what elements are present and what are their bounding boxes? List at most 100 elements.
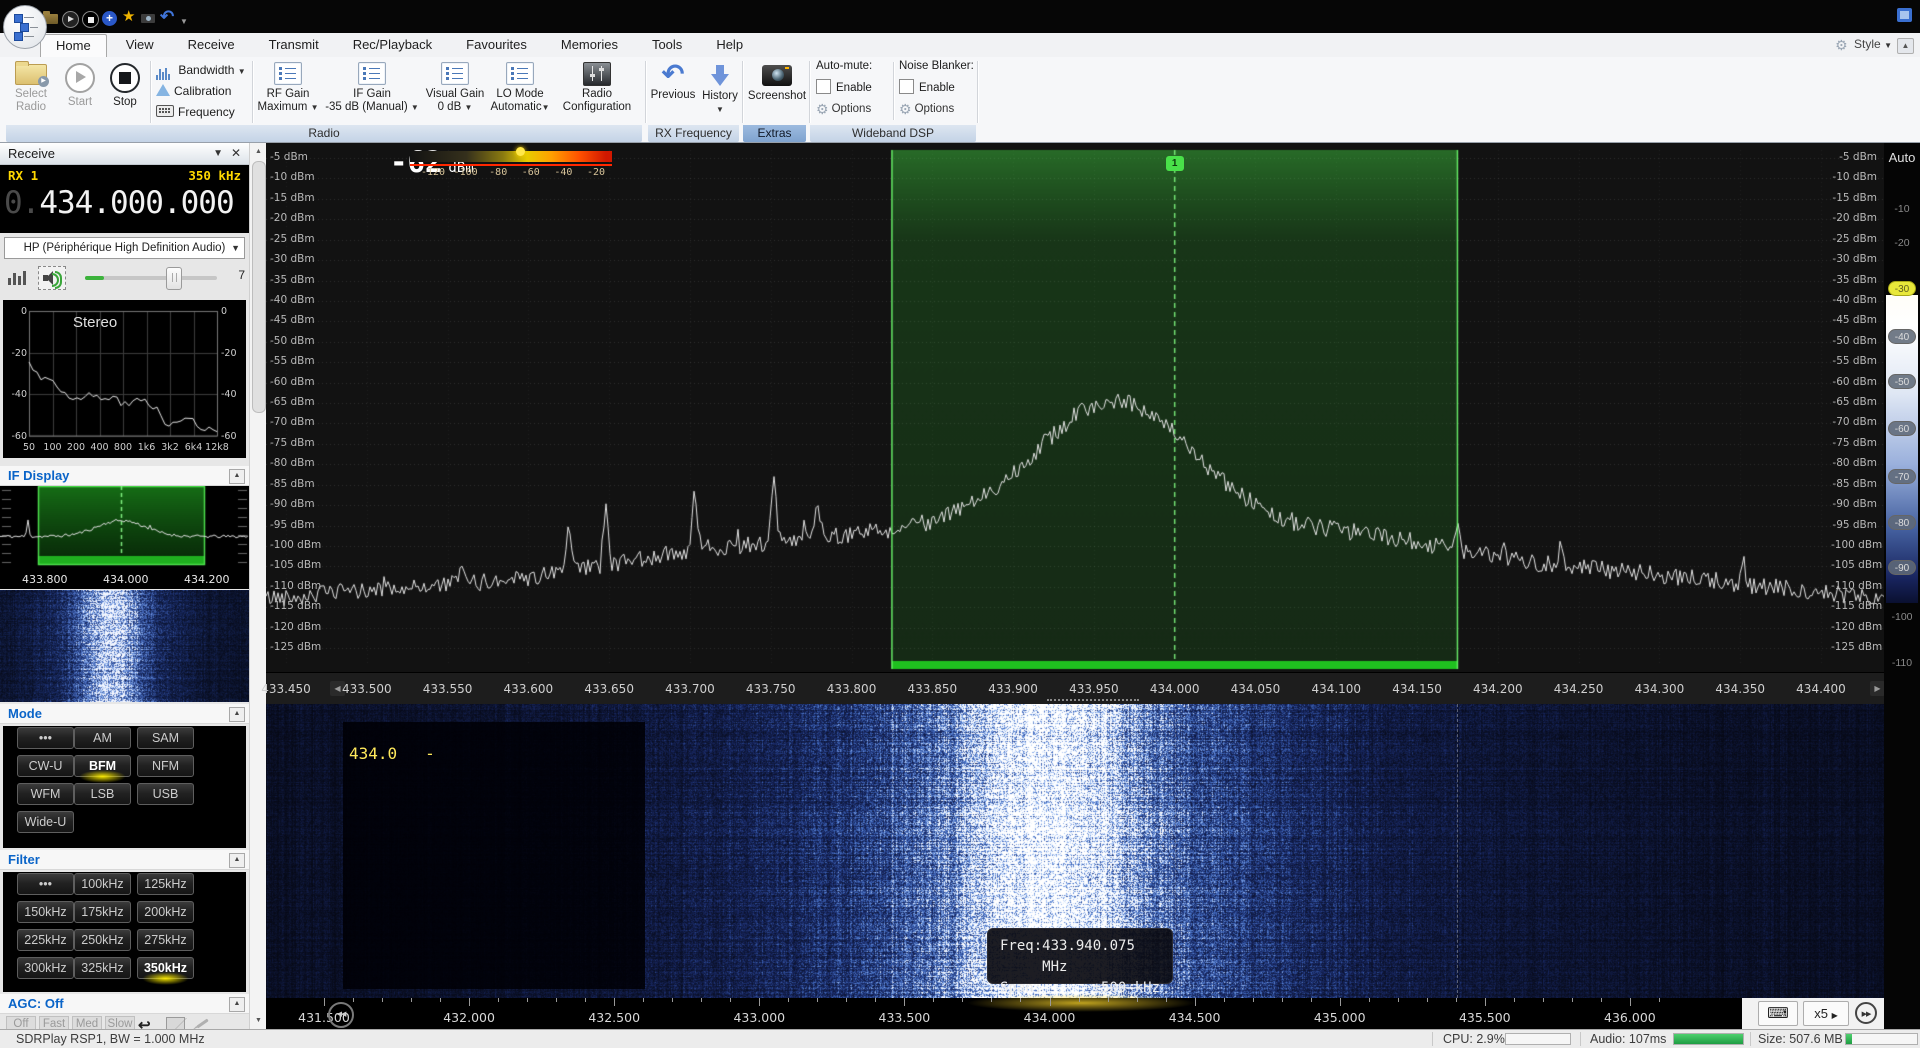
filter-button-350khz[interactable]: 350kHz: [137, 957, 194, 979]
rf-gain-dropdown[interactable]: RF GainMaximum ▼: [256, 59, 320, 123]
receive-panel-header[interactable]: Receive ▼ ✕: [0, 143, 249, 165]
checkbox-icon[interactable]: [816, 79, 831, 94]
agc-header[interactable]: AGC: Off ▲: [0, 994, 249, 1014]
filter-button-225khz[interactable]: 225kHz: [17, 929, 74, 951]
spectrum-canvas[interactable]: [266, 143, 1884, 672]
select-radio-button[interactable]: SelectRadio: [6, 59, 56, 123]
if-display-header[interactable]: IF Display ▲: [0, 466, 249, 486]
bandwidth-button[interactable]: Bandwidth ▼: [156, 60, 246, 80]
play-icon[interactable]: [62, 11, 79, 28]
noise-blanker-enable-checkbox[interactable]: Enable: [899, 79, 955, 94]
scrollbar-thumb[interactable]: [252, 161, 266, 413]
tab-rec-playback[interactable]: Rec/Playback: [338, 34, 447, 56]
collapse-icon[interactable]: ▲: [229, 997, 245, 1012]
pen-icon[interactable]: [196, 1019, 208, 1029]
lo-mode-dropdown[interactable]: LO ModeAutomatic▼: [488, 59, 552, 123]
rx-marker-flag[interactable]: 1: [1166, 156, 1184, 171]
undo-icon[interactable]: ↶: [160, 9, 174, 25]
history-button[interactable]: History ▼: [698, 59, 742, 123]
tab-favourites[interactable]: Favourites: [451, 34, 542, 56]
add-favourite-icon[interactable]: +: [102, 11, 117, 26]
noise-blanker-options-button[interactable]: ⚙Options: [899, 101, 954, 118]
if-spectrum-canvas[interactable]: [0, 486, 249, 572]
palette-tick-label[interactable]: -80: [1888, 515, 1916, 530]
filter-button--[interactable]: •••: [17, 873, 74, 895]
filter-button-125khz[interactable]: 125kHz: [137, 873, 194, 895]
previous-button[interactable]: ↶ Previous: [650, 59, 696, 123]
tab-help[interactable]: Help: [701, 34, 758, 56]
mode-button-lsb[interactable]: LSB: [74, 783, 131, 805]
tab-transmit[interactable]: Transmit: [254, 34, 334, 56]
mode-button-am[interactable]: AM: [74, 727, 131, 749]
filter-header[interactable]: Filter ▲: [0, 850, 249, 870]
stop-button[interactable]: Stop: [104, 59, 146, 123]
filter-button-150khz[interactable]: 150kHz: [17, 901, 74, 923]
tab-home[interactable]: Home: [40, 34, 107, 57]
palette-tick-label[interactable]: -70: [1888, 469, 1916, 484]
scroll-right-icon[interactable]: ▶: [1870, 681, 1885, 696]
screenshot-button[interactable]: Screenshot: [746, 59, 808, 123]
filter-button-325khz[interactable]: 325kHz: [74, 957, 131, 979]
mute-speaker-button[interactable]: [38, 266, 66, 290]
style-menu[interactable]: ⚙ Style ▼: [1835, 37, 1892, 54]
waterfall-page-right-button[interactable]: ▶▶: [1855, 1002, 1877, 1024]
filter-button-100khz[interactable]: 100kHz: [74, 873, 131, 895]
audio-device-select[interactable]: HP (Périphérique High Definition Audio)▼: [4, 237, 245, 259]
panel-scrollbar[interactable]: ▲ ▼: [249, 143, 266, 1029]
collapse-icon[interactable]: ▲: [229, 853, 245, 868]
equalizer-icon[interactable]: [8, 271, 28, 290]
mode-button-wide-u[interactable]: Wide-U: [17, 811, 74, 833]
spectrum-display[interactable]: -62dBm -120-100-80-60-40-20 -5 dBm-5 dBm…: [266, 143, 1884, 672]
close-panel-icon[interactable]: ✕: [231, 143, 241, 164]
tab-memories[interactable]: Memories: [546, 34, 633, 56]
waterfall-palette-scale[interactable]: Auto -10-20-30-40-50-60-70-80-90-100-110: [1884, 143, 1920, 1029]
palette-tick-label[interactable]: -40: [1888, 329, 1916, 344]
tab-receive[interactable]: Receive: [173, 34, 250, 56]
scroll-down-icon[interactable]: ▼: [251, 1013, 266, 1028]
filter-button-175khz[interactable]: 175kHz: [74, 901, 131, 923]
zoom-level-button[interactable]: x5 ▶: [1803, 1001, 1849, 1026]
tab-tools[interactable]: Tools: [637, 34, 697, 56]
palette-tick-label[interactable]: -90: [1888, 560, 1916, 575]
automute-options-button[interactable]: ⚙Options: [816, 101, 871, 118]
collapse-icon[interactable]: ▲: [229, 469, 245, 484]
scroll-up-icon[interactable]: ▲: [251, 144, 266, 159]
filter-button-275khz[interactable]: 275kHz: [137, 929, 194, 951]
collapse-panel-icon[interactable]: ▼: [213, 143, 223, 164]
mode-button-cw-u[interactable]: CW-U: [17, 755, 74, 777]
mode-button--[interactable]: •••: [17, 727, 74, 749]
volume-slider-track[interactable]: [85, 276, 217, 280]
frequency-button[interactable]: Frequency: [156, 102, 235, 122]
palette-tick-label[interactable]: -60: [1888, 421, 1916, 436]
mode-button-wfm[interactable]: WFM: [17, 783, 74, 805]
tab-view[interactable]: View: [111, 34, 169, 56]
filter-button-200khz[interactable]: 200kHz: [137, 901, 194, 923]
mode-button-sam[interactable]: SAM: [137, 727, 194, 749]
radio-configuration-button[interactable]: RadioConfiguration: [554, 59, 640, 123]
mode-header[interactable]: Mode ▲: [0, 704, 249, 724]
mode-button-usb[interactable]: USB: [137, 783, 194, 805]
visual-gain-dropdown[interactable]: Visual Gain0 dB ▼: [424, 59, 486, 123]
collapse-icon[interactable]: ▲: [229, 707, 245, 722]
app-menu-button[interactable]: [3, 5, 47, 49]
stop-icon[interactable]: [82, 11, 99, 28]
favourites-star-icon[interactable]: ★: [122, 9, 135, 25]
screenshot-camera-icon[interactable]: [141, 14, 155, 23]
palette-tick-label[interactable]: -50: [1888, 374, 1916, 389]
mode-button-nfm[interactable]: NFM: [137, 755, 194, 777]
qat-more-icon[interactable]: ▼: [180, 14, 188, 30]
filter-button-250khz[interactable]: 250kHz: [74, 929, 131, 951]
volume-slider-handle[interactable]: [166, 267, 182, 290]
ribbon-minimize-button[interactable]: ▲: [1897, 38, 1914, 54]
frequency-display[interactable]: RX 1 350 kHz 0.434.000.000: [0, 165, 249, 233]
start-button[interactable]: Start: [58, 59, 102, 123]
spectrum-frequency-axis[interactable]: ◀ ▶ 433.450433.500433.550433.600433.6504…: [266, 672, 1884, 704]
checkbox-icon[interactable]: [899, 79, 914, 94]
palette-auto-label[interactable]: Auto: [1884, 150, 1920, 165]
if-gain-dropdown[interactable]: IF Gain-35 dB (Manual) ▼: [322, 59, 422, 123]
tuned-frequency-value[interactable]: 0.434.000.000: [4, 185, 234, 221]
waterfall-page-left-button[interactable]: ◀◀: [328, 1002, 354, 1028]
palette-tick-highlight[interactable]: -30: [1888, 281, 1916, 296]
if-waterfall-canvas[interactable]: [0, 590, 249, 702]
calibration-button[interactable]: Calibration: [156, 81, 231, 101]
